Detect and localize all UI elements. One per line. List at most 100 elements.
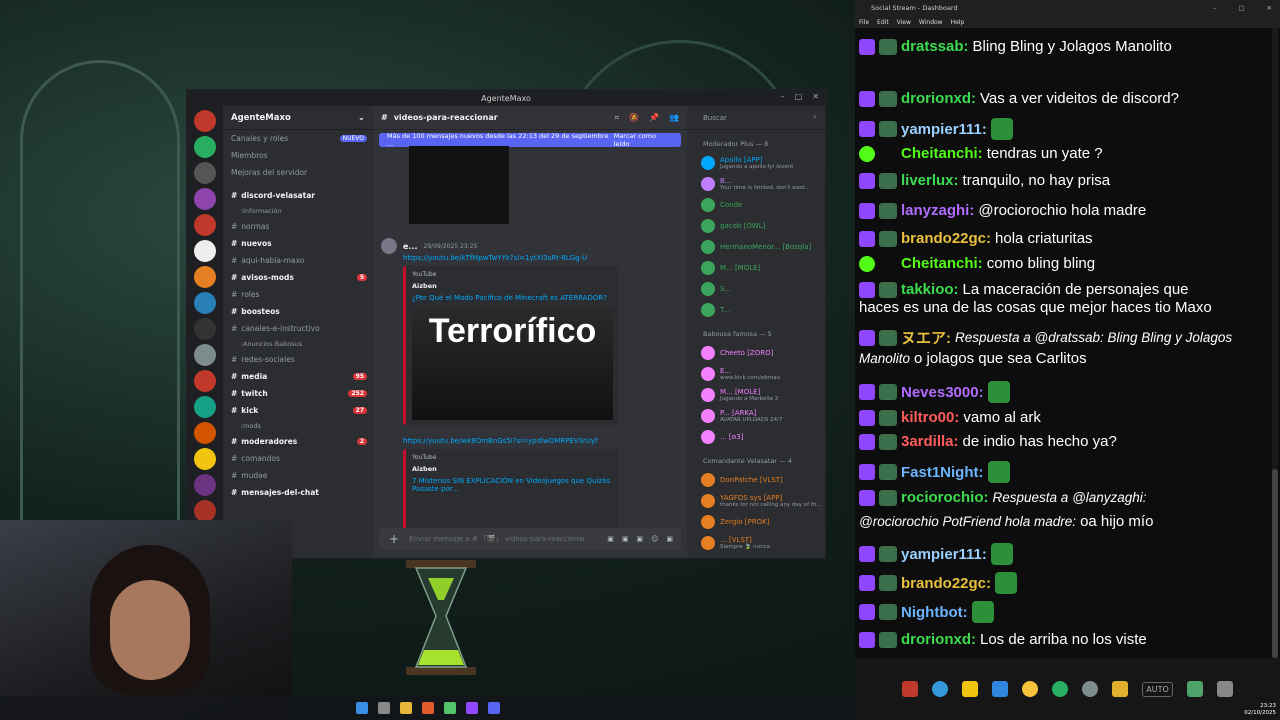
search-icon[interactable] bbox=[378, 702, 390, 714]
server-icon[interactable] bbox=[194, 266, 216, 288]
channel-item[interactable]: # roles bbox=[223, 286, 373, 303]
chat-username[interactable]: yampier111: bbox=[901, 121, 987, 138]
pin-icon[interactable]: 📌 bbox=[649, 113, 659, 123]
video-thumbnail[interactable]: Terrorífico bbox=[412, 308, 613, 420]
chat-username[interactable]: kiltro00: bbox=[901, 409, 959, 426]
server-icon[interactable] bbox=[194, 292, 216, 314]
mark-as-read-button[interactable]: Marcar como leído bbox=[614, 132, 673, 148]
channel-item[interactable]: # mudae bbox=[223, 467, 373, 484]
menu-view[interactable]: View bbox=[897, 19, 911, 26]
server-icon[interactable] bbox=[194, 344, 216, 366]
maximize-icon[interactable]: □ bbox=[1238, 4, 1244, 12]
server-icon[interactable] bbox=[194, 448, 216, 470]
chat-bubble-icon[interactable] bbox=[932, 681, 948, 697]
server-name[interactable]: AgenteMaxo⌄ bbox=[223, 106, 373, 130]
menu-window[interactable]: Window bbox=[919, 19, 943, 26]
channel-item[interactable]: # normas bbox=[223, 218, 373, 235]
mute-icon[interactable] bbox=[1187, 681, 1203, 697]
chat-message[interactable]: Nightbot: bbox=[859, 601, 1260, 623]
broom-icon[interactable] bbox=[1112, 681, 1128, 697]
member-item[interactable]: HermanoMenor... [Bozqla] bbox=[687, 236, 825, 257]
chat-message[interactable]: Cheitanchi:tendras un yate ? bbox=[859, 145, 1260, 162]
chat-username[interactable]: liverlux: bbox=[901, 172, 959, 189]
chat-username[interactable]: rociorochio: bbox=[901, 489, 989, 506]
chat-message[interactable]: haces es una de las cosas que mejor hace… bbox=[859, 299, 1260, 316]
server-icon[interactable] bbox=[194, 188, 216, 210]
chat-username[interactable]: Cheitanchi: bbox=[901, 255, 983, 272]
apps-icon[interactable]: ▣ bbox=[666, 535, 673, 543]
channel-item[interactable]: # comandos bbox=[223, 450, 373, 467]
channel-item[interactable]: # moderadores2 bbox=[223, 433, 373, 450]
server-icon[interactable] bbox=[194, 214, 216, 236]
chat-message[interactable]: drorionxd:Los de arriba no los viste bbox=[859, 631, 1260, 648]
channel-item[interactable]: # twitch252 bbox=[223, 385, 373, 402]
server-icon[interactable] bbox=[194, 370, 216, 392]
server-icon[interactable] bbox=[194, 396, 216, 418]
member-item[interactable]: Conde bbox=[687, 194, 825, 215]
server-icon[interactable] bbox=[194, 110, 216, 132]
app-icon[interactable] bbox=[444, 702, 456, 714]
system-clock[interactable]: 23:2302/10/2025 bbox=[1244, 703, 1276, 717]
smiley-icon[interactable] bbox=[1022, 681, 1038, 697]
channel-item[interactable]: # canales-e-instructivo bbox=[223, 320, 373, 337]
embed-author[interactable]: Aizben bbox=[412, 282, 613, 290]
mute-icon[interactable]: 🔕 bbox=[629, 113, 639, 123]
chat-username[interactable]: Nightbot: bbox=[901, 604, 968, 621]
social-stream-titlebar[interactable]: Social Stream - Dashboard –□✕ bbox=[855, 0, 1280, 16]
start-icon[interactable] bbox=[356, 702, 368, 714]
server-icon[interactable] bbox=[194, 422, 216, 444]
discord-icon[interactable] bbox=[488, 702, 500, 714]
member-item[interactable]: E...www.kick.com/ebmao bbox=[687, 363, 825, 384]
avatar[interactable] bbox=[381, 238, 397, 254]
channel-item[interactable]: # redes-sociales bbox=[223, 351, 373, 368]
category-header[interactable]: ⁝ información bbox=[223, 204, 373, 218]
folder-icon[interactable] bbox=[400, 702, 412, 714]
bell-icon[interactable] bbox=[962, 681, 978, 697]
member-item[interactable]: Cheeto [ZORO] bbox=[687, 342, 825, 363]
channel-item[interactable]: # kick27 bbox=[223, 402, 373, 419]
member-item[interactable]: M... [MOLE] bbox=[687, 257, 825, 278]
server-icon[interactable] bbox=[194, 500, 216, 522]
chat-message[interactable]: @rociorochio PotFriend hola madre:oa hij… bbox=[859, 513, 1260, 530]
sidebar-item-channels-roles[interactable]: Canales y rolesNUEVO bbox=[223, 130, 373, 147]
chat-username[interactable]: yampier111: bbox=[901, 546, 987, 563]
chat-username[interactable]: Cheitanchi: bbox=[901, 145, 983, 162]
message-link[interactable]: https://youtu.be/wk8OmBnGs5I?si=ypdlwOMR… bbox=[403, 437, 679, 445]
message-author[interactable]: e... bbox=[403, 242, 418, 251]
chat-message[interactable]: kiltro00:vamo al ark bbox=[859, 409, 1260, 426]
recycle-icon[interactable] bbox=[1052, 681, 1068, 697]
channel-item[interactable]: # media95 bbox=[223, 368, 373, 385]
message-link[interactable]: https://youtu.be/kTfMpwTwYYk?si=1ytXl3sR… bbox=[403, 254, 679, 262]
sidebar-item-members[interactable]: Miembros bbox=[223, 147, 373, 164]
chat-username[interactable]: drorionxd: bbox=[901, 631, 976, 648]
member-item[interactable]: Apollo [APP]Jugando a apollo.fyi /event bbox=[687, 152, 825, 173]
chat-username[interactable]: Fast1Night: bbox=[901, 464, 984, 481]
member-item[interactable]: Zergio [PROK] bbox=[687, 511, 825, 532]
chat-message[interactable]: liverlux:tranquilo, no hay prisa bbox=[859, 172, 1260, 189]
chat-message[interactable]: yampier111: bbox=[859, 543, 1260, 565]
chat-message[interactable]: Fast1Night: bbox=[859, 461, 1260, 483]
menu-edit[interactable]: Edit bbox=[877, 19, 889, 26]
chat-username[interactable]: brando22gc: bbox=[901, 575, 991, 592]
chat-username[interactable]: takkioo: bbox=[901, 281, 959, 298]
collapse-icon[interactable] bbox=[1217, 681, 1233, 697]
chat-message[interactable]: brando22gc: bbox=[859, 572, 1260, 594]
app-icon[interactable] bbox=[466, 702, 478, 714]
chat-message[interactable]: Manolitoo jolagos que sea Carlitos bbox=[859, 350, 1260, 367]
discord-titlebar[interactable]: AgenteMaxo –□✕ bbox=[187, 90, 825, 106]
chat-username[interactable]: 3ardilla: bbox=[901, 433, 959, 450]
channel-item[interactable]: # discord-velasatar bbox=[223, 187, 373, 204]
previous-video-thumbnail[interactable] bbox=[409, 146, 509, 224]
category-header[interactable]: ⁝ mods bbox=[223, 419, 373, 433]
embed-title[interactable]: 7 Misterios SIN EXPLICACIÓN en Videojueg… bbox=[412, 477, 613, 493]
sticker-icon[interactable]: ▣ bbox=[636, 535, 643, 543]
browser-icon[interactable] bbox=[422, 702, 434, 714]
threads-icon[interactable]: ⌗ bbox=[615, 113, 620, 123]
gif-icon[interactable]: ▣ bbox=[622, 535, 629, 543]
search-input[interactable]: Buscar⌕ bbox=[687, 106, 825, 130]
category-header[interactable]: ⁝ Anuncios Babosus bbox=[223, 337, 373, 351]
chat-message[interactable]: takkioo:La maceración de personajes que bbox=[859, 281, 1260, 298]
message-input[interactable]: + Enviar mensaje a # 「🎬」 videos-para-rea… bbox=[379, 528, 681, 550]
close-icon[interactable]: ✕ bbox=[812, 92, 819, 101]
chat-message[interactable]: Cheitanchi:como bling bling bbox=[859, 255, 1260, 272]
